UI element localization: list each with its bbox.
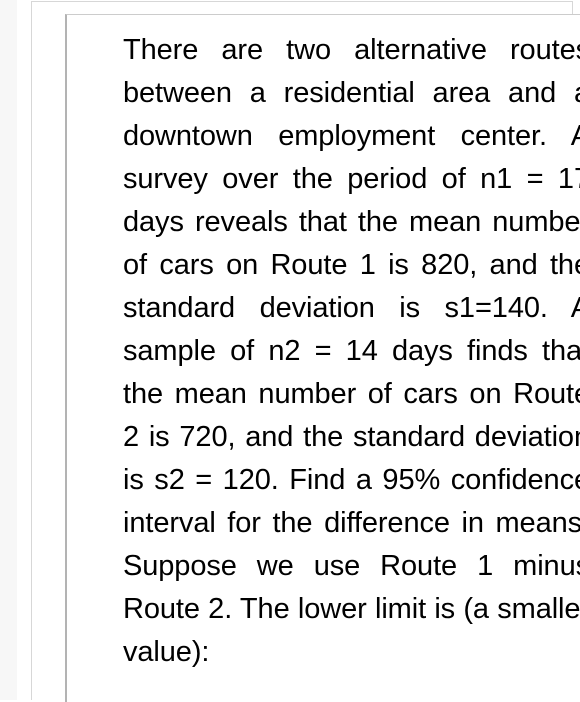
outer-content-card: There are two alternative routes between… (31, 1, 580, 702)
question-panel: There are two alternative routes between… (65, 14, 580, 702)
question-body-text: There are two alternative routes between… (123, 34, 580, 668)
screenshot-canvas: There are two alternative routes between… (0, 0, 580, 702)
left-gutter-strip (0, 0, 17, 700)
